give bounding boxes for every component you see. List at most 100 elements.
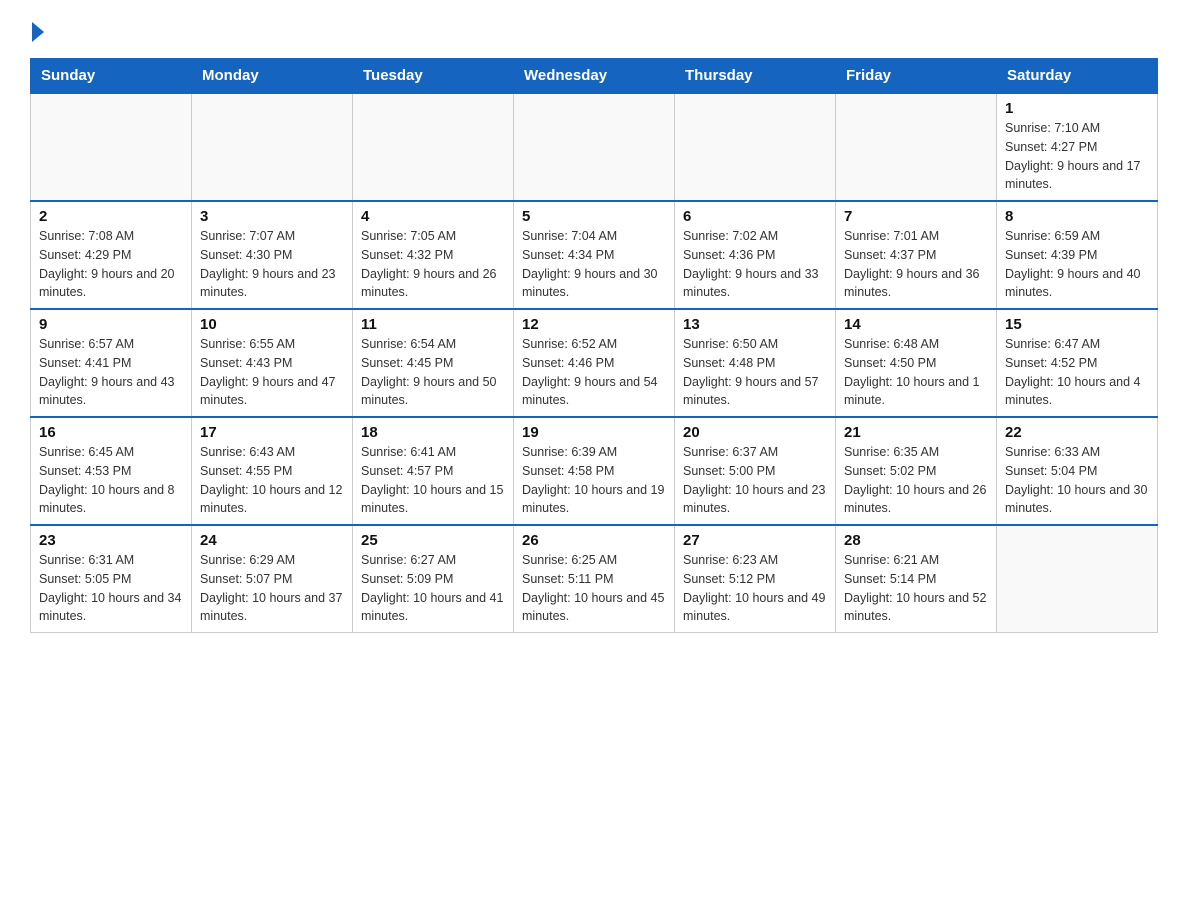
weekday-header-monday: Monday	[192, 59, 353, 94]
day-info: Sunrise: 6:59 AM Sunset: 4:39 PM Dayligh…	[1005, 227, 1149, 302]
calendar-day-cell: 8 Sunrise: 6:59 AM Sunset: 4:39 PM Daylig…	[997, 201, 1158, 309]
day-info: Sunrise: 6:52 AM Sunset: 4:46 PM Dayligh…	[522, 335, 666, 410]
calendar-day-cell	[836, 93, 997, 201]
calendar-header: SundayMondayTuesdayWednesdayThursdayFrid…	[31, 59, 1158, 94]
calendar-day-cell: 15 Sunrise: 6:47 AM Sunset: 4:52 PM Dayli…	[997, 309, 1158, 417]
calendar-day-cell: 24 Sunrise: 6:29 AM Sunset: 5:07 PM Dayli…	[192, 525, 353, 633]
calendar-day-cell: 23 Sunrise: 6:31 AM Sunset: 5:05 PM Dayli…	[31, 525, 192, 633]
weekday-header-row: SundayMondayTuesdayWednesdayThursdayFrid…	[31, 59, 1158, 94]
day-number: 3	[200, 208, 344, 225]
day-number: 18	[361, 424, 505, 441]
day-info: Sunrise: 6:25 AM Sunset: 5:11 PM Dayligh…	[522, 551, 666, 626]
calendar-day-cell: 10 Sunrise: 6:55 AM Sunset: 4:43 PM Dayli…	[192, 309, 353, 417]
day-info: Sunrise: 7:01 AM Sunset: 4:37 PM Dayligh…	[844, 227, 988, 302]
calendar-day-cell: 5 Sunrise: 7:04 AM Sunset: 4:34 PM Daylig…	[514, 201, 675, 309]
weekday-header-sunday: Sunday	[31, 59, 192, 94]
page-header	[30, 20, 1158, 42]
day-info: Sunrise: 6:37 AM Sunset: 5:00 PM Dayligh…	[683, 443, 827, 518]
calendar-week-row: 9Sunrise: 6:57 AM Sunset: 4:41 PM Daylig…	[31, 309, 1158, 417]
day-info: Sunrise: 6:31 AM Sunset: 5:05 PM Dayligh…	[39, 551, 183, 626]
day-info: Sunrise: 6:50 AM Sunset: 4:48 PM Dayligh…	[683, 335, 827, 410]
day-info: Sunrise: 6:54 AM Sunset: 4:45 PM Dayligh…	[361, 335, 505, 410]
day-info: Sunrise: 7:07 AM Sunset: 4:30 PM Dayligh…	[200, 227, 344, 302]
day-info: Sunrise: 6:43 AM Sunset: 4:55 PM Dayligh…	[200, 443, 344, 518]
day-info: Sunrise: 6:21 AM Sunset: 5:14 PM Dayligh…	[844, 551, 988, 626]
calendar-week-row: 16 Sunrise: 6:45 AM Sunset: 4:53 PM Dayli…	[31, 417, 1158, 525]
calendar-day-cell: 12 Sunrise: 6:52 AM Sunset: 4:46 PM Dayli…	[514, 309, 675, 417]
calendar-day-cell: 21 Sunrise: 6:35 AM Sunset: 5:02 PM Dayli…	[836, 417, 997, 525]
calendar-day-cell	[192, 93, 353, 201]
calendar-day-cell	[997, 525, 1158, 633]
day-number: 2	[39, 208, 183, 225]
calendar-day-cell: 20 Sunrise: 6:37 AM Sunset: 5:00 PM Dayli…	[675, 417, 836, 525]
day-number: 10	[200, 316, 344, 333]
calendar-day-cell: 18 Sunrise: 6:41 AM Sunset: 4:57 PM Dayli…	[353, 417, 514, 525]
day-number: 8	[1005, 208, 1149, 225]
day-number: 9	[39, 316, 183, 333]
day-info: Sunrise: 7:02 AM Sunset: 4:36 PM Dayligh…	[683, 227, 827, 302]
day-info: Sunrise: 6:29 AM Sunset: 5:07 PM Dayligh…	[200, 551, 344, 626]
day-number: 14	[844, 316, 988, 333]
day-number: 21	[844, 424, 988, 441]
calendar-day-cell: 25 Sunrise: 6:27 AM Sunset: 5:09 PM Dayli…	[353, 525, 514, 633]
day-info: Sunrise: 6:45 AM Sunset: 4:53 PM Dayligh…	[39, 443, 183, 518]
day-info: Sunrise: 7:08 AM Sunset: 4:29 PM Dayligh…	[39, 227, 183, 302]
calendar-day-cell	[675, 93, 836, 201]
day-number: 22	[1005, 424, 1149, 441]
calendar-day-cell	[31, 93, 192, 201]
day-number: 13	[683, 316, 827, 333]
calendar-day-cell	[514, 93, 675, 201]
calendar-day-cell: 22 Sunrise: 6:33 AM Sunset: 5:04 PM Dayli…	[997, 417, 1158, 525]
day-number: 1	[1005, 100, 1149, 117]
calendar-day-cell: 4Sunrise: 7:05 AM Sunset: 4:32 PM Daylig…	[353, 201, 514, 309]
calendar-day-cell: 11 Sunrise: 6:54 AM Sunset: 4:45 PM Dayli…	[353, 309, 514, 417]
day-info: Sunrise: 6:23 AM Sunset: 5:12 PM Dayligh…	[683, 551, 827, 626]
calendar-day-cell: 7 Sunrise: 7:01 AM Sunset: 4:37 PM Daylig…	[836, 201, 997, 309]
day-number: 15	[1005, 316, 1149, 333]
day-info: Sunrise: 6:27 AM Sunset: 5:09 PM Dayligh…	[361, 551, 505, 626]
calendar-day-cell: 16 Sunrise: 6:45 AM Sunset: 4:53 PM Dayli…	[31, 417, 192, 525]
day-number: 11	[361, 316, 505, 333]
calendar-day-cell: 14 Sunrise: 6:48 AM Sunset: 4:50 PM Dayli…	[836, 309, 997, 417]
day-number: 6	[683, 208, 827, 225]
day-number: 12	[522, 316, 666, 333]
calendar-day-cell	[353, 93, 514, 201]
weekday-header-wednesday: Wednesday	[514, 59, 675, 94]
calendar-table: SundayMondayTuesdayWednesdayThursdayFrid…	[30, 58, 1158, 633]
day-info: Sunrise: 6:55 AM Sunset: 4:43 PM Dayligh…	[200, 335, 344, 410]
day-number: 17	[200, 424, 344, 441]
calendar-body: 1Sunrise: 7:10 AM Sunset: 4:27 PM Daylig…	[31, 93, 1158, 633]
day-info: Sunrise: 6:35 AM Sunset: 5:02 PM Dayligh…	[844, 443, 988, 518]
day-number: 20	[683, 424, 827, 441]
calendar-day-cell: 9Sunrise: 6:57 AM Sunset: 4:41 PM Daylig…	[31, 309, 192, 417]
day-number: 26	[522, 532, 666, 549]
calendar-day-cell: 1Sunrise: 7:10 AM Sunset: 4:27 PM Daylig…	[997, 93, 1158, 201]
day-number: 5	[522, 208, 666, 225]
day-number: 7	[844, 208, 988, 225]
day-number: 23	[39, 532, 183, 549]
day-info: Sunrise: 6:47 AM Sunset: 4:52 PM Dayligh…	[1005, 335, 1149, 410]
day-number: 4	[361, 208, 505, 225]
calendar-week-row: 23 Sunrise: 6:31 AM Sunset: 5:05 PM Dayli…	[31, 525, 1158, 633]
calendar-day-cell: 13 Sunrise: 6:50 AM Sunset: 4:48 PM Dayli…	[675, 309, 836, 417]
weekday-header-tuesday: Tuesday	[353, 59, 514, 94]
day-number: 25	[361, 532, 505, 549]
weekday-header-friday: Friday	[836, 59, 997, 94]
calendar-day-cell: 6 Sunrise: 7:02 AM Sunset: 4:36 PM Daylig…	[675, 201, 836, 309]
day-number: 27	[683, 532, 827, 549]
calendar-day-cell: 2 Sunrise: 7:08 AM Sunset: 4:29 PM Daylig…	[31, 201, 192, 309]
calendar-week-row: 2 Sunrise: 7:08 AM Sunset: 4:29 PM Daylig…	[31, 201, 1158, 309]
day-info: Sunrise: 6:48 AM Sunset: 4:50 PM Dayligh…	[844, 335, 988, 410]
day-number: 19	[522, 424, 666, 441]
weekday-header-saturday: Saturday	[997, 59, 1158, 94]
calendar-week-row: 1Sunrise: 7:10 AM Sunset: 4:27 PM Daylig…	[31, 93, 1158, 201]
day-info: Sunrise: 6:41 AM Sunset: 4:57 PM Dayligh…	[361, 443, 505, 518]
calendar-day-cell: 19Sunrise: 6:39 AM Sunset: 4:58 PM Dayli…	[514, 417, 675, 525]
weekday-header-thursday: Thursday	[675, 59, 836, 94]
calendar-day-cell: 27 Sunrise: 6:23 AM Sunset: 5:12 PM Dayli…	[675, 525, 836, 633]
day-number: 24	[200, 532, 344, 549]
day-info: Sunrise: 6:33 AM Sunset: 5:04 PM Dayligh…	[1005, 443, 1149, 518]
day-info: Sunrise: 7:04 AM Sunset: 4:34 PM Dayligh…	[522, 227, 666, 302]
day-number: 28	[844, 532, 988, 549]
day-number: 16	[39, 424, 183, 441]
